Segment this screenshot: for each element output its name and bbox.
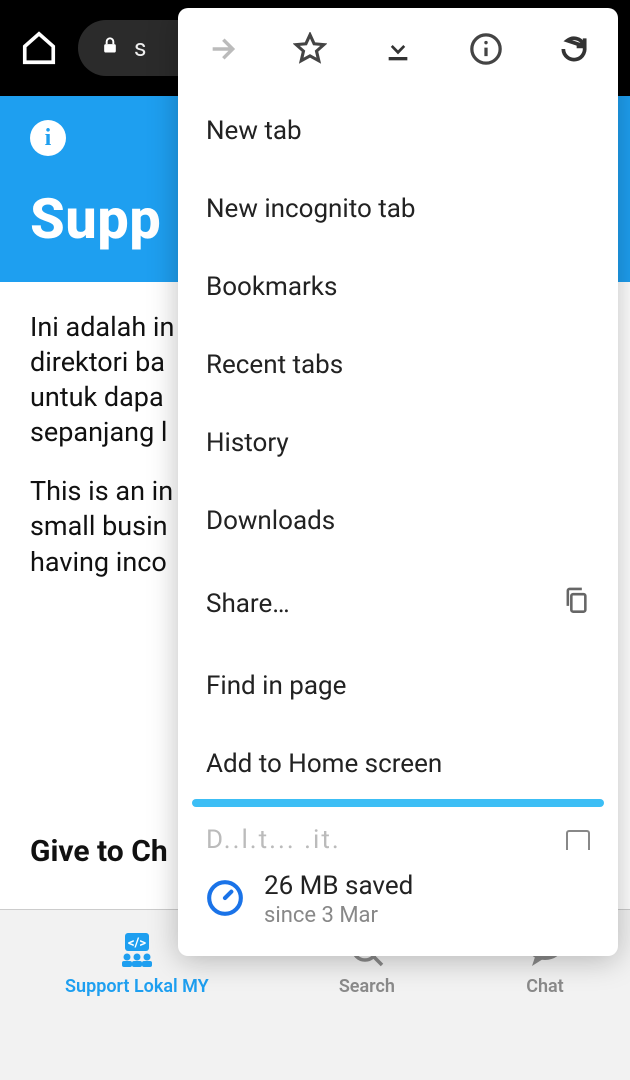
- menu-recent-tabs[interactable]: Recent tabs: [178, 326, 618, 404]
- highlight-underline: [192, 799, 604, 807]
- menu-label: History: [206, 428, 289, 458]
- menu-add-to-home[interactable]: Add to Home screen: [178, 725, 618, 803]
- menu-label: Downloads: [206, 506, 335, 536]
- menu-downloads[interactable]: Downloads: [178, 482, 618, 560]
- menu-data-saver[interactable]: 26 MB saved since 3 Mar: [178, 861, 618, 946]
- forward-icon[interactable]: [206, 33, 238, 65]
- svg-text:</>: </>: [128, 936, 146, 951]
- home-button[interactable]: [20, 29, 58, 67]
- download-icon[interactable]: [382, 33, 414, 65]
- data-saver-date: since 3 Mar: [264, 903, 413, 928]
- nav-label: Search: [339, 976, 395, 997]
- lock-icon: [100, 33, 120, 63]
- browser-overflow-menu: New tab New incognito tab Bookmarks Rece…: [178, 8, 618, 956]
- menu-label: Recent tabs: [206, 350, 343, 380]
- menu-label: New incognito tab: [206, 194, 416, 224]
- menu-label: New tab: [206, 116, 302, 146]
- reload-icon[interactable]: [558, 33, 590, 65]
- menu-label: Add to Home screen: [206, 749, 442, 779]
- star-icon[interactable]: [293, 32, 327, 66]
- menu-label: Bookmarks: [206, 272, 337, 302]
- menu-history[interactable]: History: [178, 404, 618, 482]
- checkbox-icon: [566, 830, 590, 850]
- menu-label: D..l.t... .it.: [206, 825, 341, 855]
- code-people-icon: </>: [117, 933, 157, 967]
- nav-label: Chat: [526, 976, 564, 997]
- menu-bookmarks[interactable]: Bookmarks: [178, 248, 618, 326]
- url-text: s: [134, 34, 146, 62]
- menu-new-tab[interactable]: New tab: [178, 92, 618, 170]
- menu-desktop-site[interactable]: D..l.t... .it.: [178, 807, 618, 861]
- nav-label: Support Lokal MY: [65, 976, 209, 997]
- menu-label: Find in page: [206, 671, 346, 701]
- menu-label: Share…: [206, 589, 290, 619]
- speedometer-icon: [206, 879, 244, 921]
- copy-icon: [562, 584, 590, 623]
- info-icon: i: [30, 120, 66, 156]
- menu-share[interactable]: Share…: [178, 560, 618, 647]
- data-saver-amount: 26 MB saved: [264, 871, 413, 901]
- menu-new-incognito[interactable]: New incognito tab: [178, 170, 618, 248]
- menu-find-in-page[interactable]: Find in page: [178, 647, 618, 725]
- menu-icon-row: [178, 8, 618, 92]
- info-icon[interactable]: [469, 32, 503, 66]
